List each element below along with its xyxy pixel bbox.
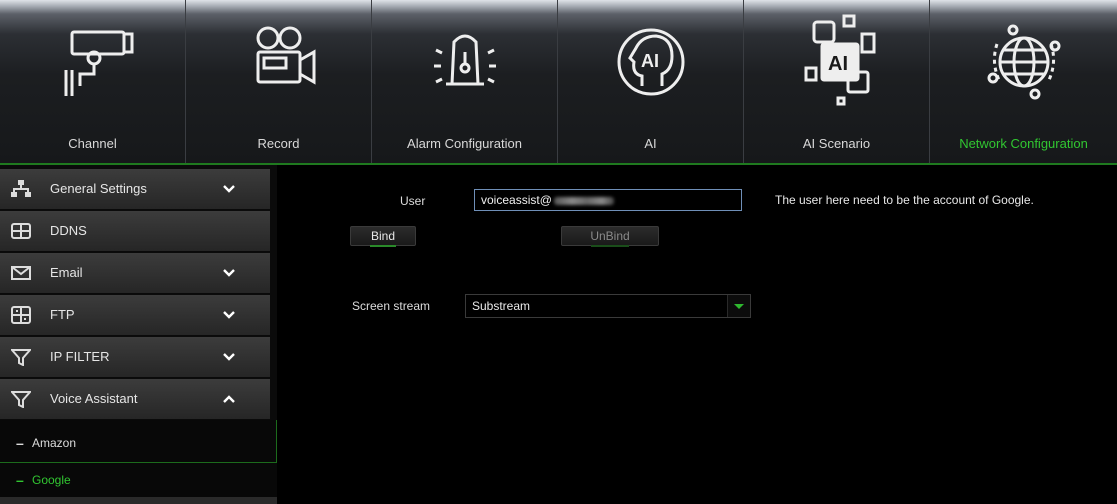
tab-ai-scenario[interactable]: AI AI Scenario — [744, 0, 930, 163]
camera-icon — [38, 12, 148, 112]
sidebar-item-label: FTP — [50, 307, 75, 322]
dash-icon: – — [16, 435, 24, 451]
svg-text:AI: AI — [828, 53, 848, 75]
envelope-icon — [11, 266, 31, 280]
user-input[interactable]: voiceassist@ — [474, 189, 742, 211]
sidebar-footer — [0, 497, 277, 504]
alarm-light-icon — [410, 12, 520, 112]
ai-head-icon: AI — [596, 12, 706, 112]
chevron-down-icon — [223, 185, 235, 193]
bind-button[interactable]: Bind — [350, 226, 416, 247]
chevron-down-icon — [223, 353, 235, 361]
ftp-icon — [11, 306, 31, 324]
globe-network-icon — [969, 12, 1079, 112]
sidebar-subitem-google[interactable]: – Google — [0, 462, 277, 497]
tab-network-configuration[interactable]: Network Configuration — [930, 0, 1117, 163]
tab-ai[interactable]: AI AI — [558, 0, 744, 163]
hint-text: The user here need to be the account of … — [775, 193, 1034, 207]
user-label: User — [400, 194, 426, 208]
screen-stream-select[interactable]: Substream — [465, 294, 751, 318]
main-panel: User voiceassist@ Bind UnBind Screen str… — [277, 165, 1117, 504]
dropdown-arrow-icon[interactable] — [727, 295, 750, 317]
redacted-text — [553, 196, 614, 205]
sidebar-item-voice-assistant[interactable]: Voice Assistant — [0, 379, 270, 420]
top-navigation-bar: Channel Record Alarm Configuration AI AI… — [0, 0, 1117, 165]
tab-alarm-configuration[interactable]: Alarm Configuration — [372, 0, 558, 163]
user-input-value: voiceassist@ — [481, 193, 552, 207]
tab-channel[interactable]: Channel — [0, 0, 186, 163]
tab-label: AI — [644, 136, 657, 151]
tab-label: Record — [257, 136, 300, 151]
screen-stream-label: Screen stream — [352, 299, 431, 313]
sidebar-subitem-label: Amazon — [32, 436, 77, 450]
sidebar-subitem-amazon[interactable]: – Amazon — [0, 420, 277, 466]
sidebar-item-email[interactable]: Email — [0, 253, 270, 294]
funnel-icon — [11, 349, 31, 366]
dash-icon: – — [16, 472, 24, 488]
sidebar-item-label: Voice Assistant — [50, 391, 138, 406]
sidebar-item-general-settings[interactable]: General Settings — [0, 169, 270, 210]
tab-label: Network Configuration — [959, 136, 1088, 151]
sidebar-item-ip-filter[interactable]: IP FILTER — [0, 337, 270, 378]
funnel-icon — [11, 391, 31, 408]
chevron-up-icon — [223, 395, 235, 403]
video-recorder-icon — [224, 12, 334, 112]
sidebar-item-ddns[interactable]: DDNS — [0, 211, 270, 252]
sidebar-item-ftp[interactable]: FTP — [0, 295, 270, 336]
chevron-down-icon — [223, 311, 235, 319]
sidebar-item-label: DDNS — [50, 223, 87, 238]
sidebar-item-label: IP FILTER — [50, 349, 110, 364]
sidebar-subitem-label: Google — [32, 473, 71, 487]
tab-label: Alarm Configuration — [407, 136, 522, 151]
ddns-icon — [11, 223, 31, 239]
tab-label: AI Scenario — [802, 136, 871, 151]
screen-stream-value: Substream — [472, 299, 531, 313]
sidebar-item-label: Email — [50, 265, 83, 280]
tab-record[interactable]: Record — [186, 0, 372, 163]
chevron-down-icon — [223, 269, 235, 277]
unbind-button[interactable]: UnBind — [561, 226, 659, 247]
tab-label: Channel — [68, 136, 117, 151]
sidebar-item-label: General Settings — [50, 181, 147, 196]
sidebar: General Settings DDNS Email FTP IP FILTE… — [0, 165, 277, 504]
svg-text:AI: AI — [641, 51, 659, 71]
ai-scenario-icon: AI — [782, 12, 892, 112]
network-tree-icon — [11, 180, 31, 197]
